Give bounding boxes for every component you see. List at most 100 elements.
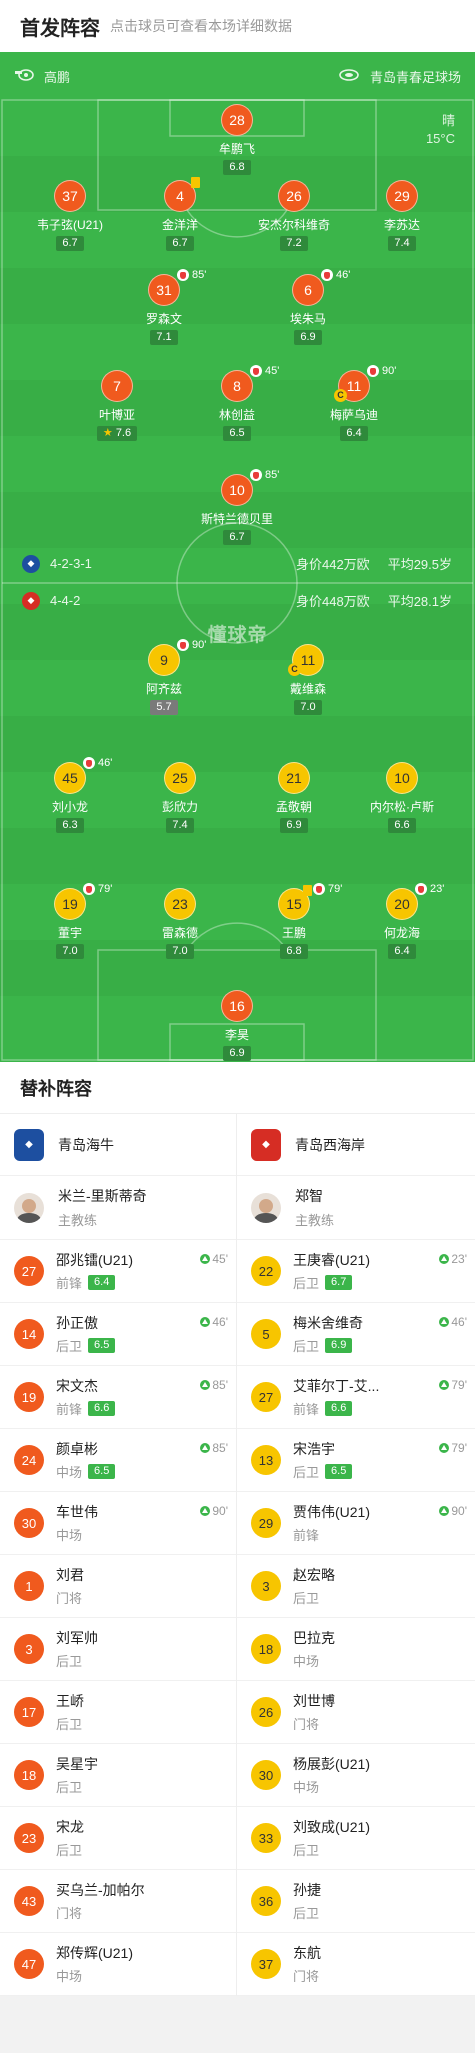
sub-in-time: 85': [212, 1378, 228, 1392]
sub-player-row[interactable]: 14 孙正傲 后卫 6.5 46': [0, 1303, 236, 1366]
sub-player-row[interactable]: 3 赵宏略 后卫: [237, 1555, 475, 1618]
sub-player-rating: 6.7: [325, 1275, 353, 1290]
sub-player-name: 颜卓彬: [56, 1441, 98, 1457]
home-team-header[interactable]: ◆ 青岛海牛: [0, 1114, 236, 1176]
away-player-rm[interactable]: 10 内尔松·卢斯 6.6: [342, 762, 462, 833]
home-player-gk[interactable]: 28 牟鹏飞 6.8: [177, 104, 297, 175]
substitution-marker: 79': [313, 883, 342, 895]
coach-avatar: [14, 1192, 44, 1223]
home-player-am[interactable]: 8 45' 林创益 6.5: [177, 365, 297, 441]
substitution-icon: [250, 365, 262, 377]
sub-player-row[interactable]: 18 巴拉克 中场: [237, 1618, 475, 1681]
away-player-rb[interactable]: 20 23' 何龙海 6.4: [342, 883, 462, 959]
sub-player-row[interactable]: 30 车世伟 中场 90': [0, 1492, 236, 1555]
away-team-header[interactable]: ◆ 青岛西海岸: [237, 1114, 475, 1176]
sub-player-row[interactable]: 17 王峤 后卫: [0, 1681, 236, 1744]
player-name: 何龙海: [383, 926, 420, 940]
player-number: 28: [221, 104, 253, 136]
sub-player-rating: 6.6: [325, 1401, 353, 1416]
home-player-dm2[interactable]: 6 46' 埃朱马 6.9: [248, 269, 368, 345]
player-name: 王鹏: [281, 926, 306, 940]
substitution-icon: [177, 639, 189, 651]
sub-player-position: 门将: [56, 1591, 83, 1606]
sub-player-number: 36: [251, 1886, 281, 1916]
sub-player-row[interactable]: 23 宋龙 后卫: [0, 1807, 236, 1870]
whistle-icon: [14, 68, 34, 85]
home-coach[interactable]: 米兰-里斯蒂奇 主教练: [0, 1176, 236, 1240]
sub-player-row[interactable]: 22 王庚睿(U21) 后卫 6.7 23': [237, 1240, 475, 1303]
home-team-name: 青岛海牛: [58, 1136, 114, 1153]
home-subs-column: ◆ 青岛海牛 米兰-里斯蒂奇 主教练 27 邵兆镭(U21) 前锋 6.4 45' 14 孙正…: [0, 1114, 237, 1996]
sub-player-row[interactable]: 13 宋浩宇 后卫 6.5 79': [237, 1429, 475, 1492]
player-number: 4: [176, 188, 184, 204]
home-player-rb[interactable]: 29 李苏达 7.4: [342, 180, 462, 251]
sub-player-row[interactable]: 37 东航 门将: [237, 1933, 475, 1996]
sub-player-name: 吴星宇: [56, 1756, 98, 1772]
away-player-cb2[interactable]: 15 79' 王鹏 6.8: [234, 883, 354, 959]
away-player-cm1[interactable]: 25 彭欣力 7.4: [120, 762, 240, 833]
substitution-marker: 23': [415, 883, 444, 895]
home-player-cb2[interactable]: 26 安杰尔科维奇 7.2: [234, 180, 354, 251]
player-name: 韦子弦(U21): [36, 218, 103, 232]
sub-player-position: 前锋: [293, 1528, 320, 1543]
sub-player-rating: 6.6: [88, 1401, 116, 1416]
home-average-age: 平均29.5岁: [387, 557, 452, 572]
home-player-rm[interactable]: 11 90' C 梅萨乌迪 6.4: [294, 365, 414, 441]
sub-player-row[interactable]: 36 孙捷 后卫: [237, 1870, 475, 1933]
sub-player-row[interactable]: 18 吴星宇 后卫: [0, 1744, 236, 1807]
sub-player-position: 中场: [56, 1465, 83, 1480]
captain-icon: C: [334, 389, 347, 402]
sub-player-row[interactable]: 3 刘军帅 后卫: [0, 1618, 236, 1681]
sub-player-row[interactable]: 30 杨展彭(U21) 中场: [237, 1744, 475, 1807]
sub-player-row[interactable]: 27 邵兆镭(U21) 前锋 6.4 45': [0, 1240, 236, 1303]
substitution-marker: 90': [177, 639, 206, 651]
home-player-st[interactable]: 10 85' 斯特兰德贝里 6.7: [177, 469, 297, 545]
sub-player-position: 中场: [293, 1654, 320, 1669]
lineup-hint: 点击球员可查看本场详细数据: [110, 18, 292, 34]
sub-player-row[interactable]: 1 刘君 门将: [0, 1555, 236, 1618]
sub-player-number: 30: [14, 1508, 44, 1538]
away-player-lb[interactable]: 19 79' 董宇 7.0: [10, 883, 130, 959]
away-player-cb1[interactable]: 23 雷森德 7.0: [120, 888, 240, 959]
away-coach[interactable]: 郑智 主教练: [237, 1176, 475, 1240]
yellow-card-icon: [191, 177, 200, 188]
sub-player-row[interactable]: 43 买乌兰-加帕尔 门将: [0, 1870, 236, 1933]
sub-player-number: 19: [14, 1382, 44, 1412]
sub-player-number: 26: [251, 1697, 281, 1727]
sub-player-row[interactable]: 19 宋文杰 前锋 6.6 85': [0, 1366, 236, 1429]
away-team-name: 青岛西海岸: [295, 1136, 365, 1153]
sub-player-position: 后卫: [56, 1843, 83, 1858]
sub-player-position: 中场: [56, 1969, 83, 1984]
substitution-icon: [415, 883, 427, 895]
lineup-header: 首发阵容 点击球员可查看本场详细数据: [0, 0, 475, 52]
sub-player-name: 梅米舍维奇: [293, 1315, 363, 1331]
player-rating: 6.8: [280, 944, 308, 959]
home-player-lm[interactable]: 7 叶博亚 ★ 7.6: [57, 370, 177, 441]
sub-player-position: 后卫: [56, 1717, 83, 1732]
away-player-st2[interactable]: 11 C 戴维森 7.0: [248, 644, 368, 715]
home-player-dm1[interactable]: 31 85' 罗森文 7.1: [104, 269, 224, 345]
sub-in-marker: 79': [439, 1441, 467, 1455]
sub-player-name: 王峤: [56, 1693, 84, 1709]
player-number: 7: [101, 370, 133, 402]
away-player-gk[interactable]: 16 李昊 6.9: [177, 990, 297, 1061]
sub-player-row[interactable]: 29 贾伟伟(U21) 前锋 90': [237, 1492, 475, 1555]
sub-player-row[interactable]: 26 刘世博 门将: [237, 1681, 475, 1744]
sub-player-row[interactable]: 27 艾菲尔丁-艾... 前锋 6.6 79': [237, 1366, 475, 1429]
sub-player-row[interactable]: 24 颜卓彬 中场 6.5 85': [0, 1429, 236, 1492]
sub-player-row[interactable]: 5 梅米舍维奇 后卫 6.9 46': [237, 1303, 475, 1366]
player-rating: 7.4: [388, 236, 416, 251]
sub-player-row[interactable]: 33 刘致成(U21) 后卫: [237, 1807, 475, 1870]
home-player-cb1[interactable]: 4 金洋洋 6.7: [120, 177, 240, 251]
player-number: 10: [229, 482, 245, 498]
away-player-st1[interactable]: 9 90' 阿齐兹 5.7: [104, 639, 224, 715]
substitution-time: 46': [336, 269, 351, 281]
away-player-lm[interactable]: 45 46' 刘小龙 6.3: [10, 757, 130, 833]
away-average-age: 平均28.1岁: [387, 594, 452, 609]
home-player-lb[interactable]: 37 韦子弦(U21) 6.7: [10, 180, 130, 251]
sub-player-number: 47: [14, 1949, 44, 1979]
sub-player-row[interactable]: 47 郑传辉(U21) 中场: [0, 1933, 236, 1996]
away-player-cm2[interactable]: 21 孟敬朝 6.9: [234, 762, 354, 833]
coach-role: 主教练: [295, 1213, 335, 1228]
sub-in-marker: 90': [200, 1504, 228, 1518]
